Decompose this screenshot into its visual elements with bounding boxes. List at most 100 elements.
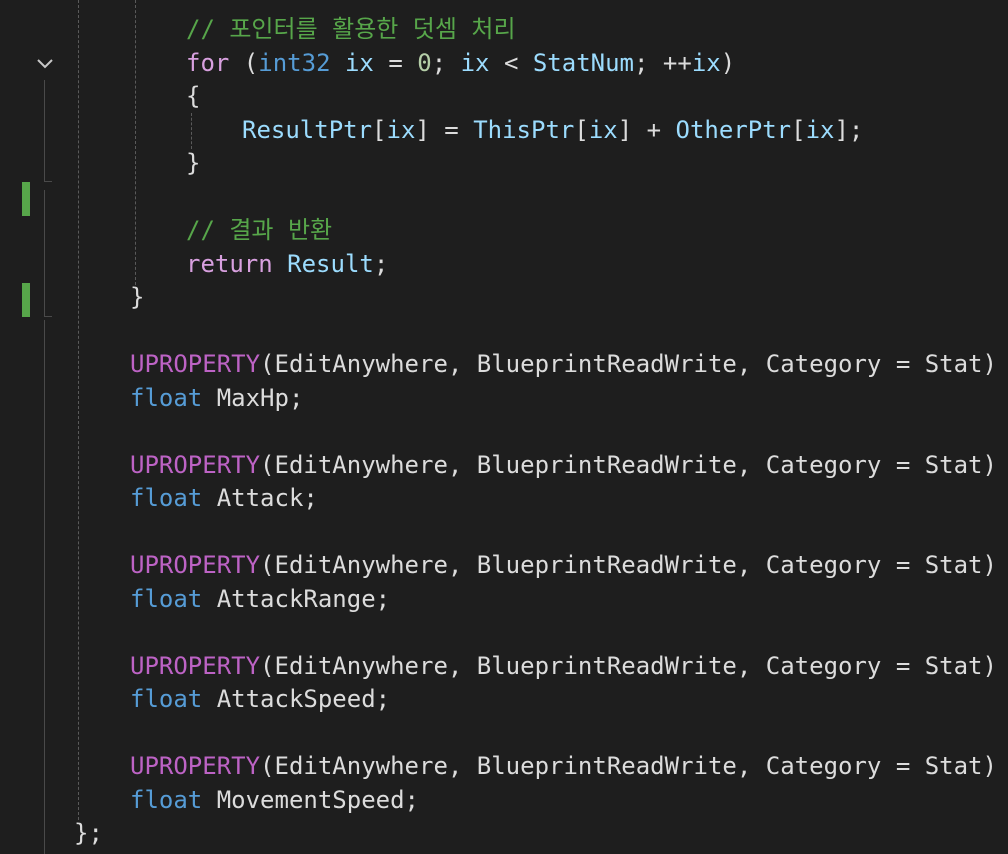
code-token: float [130, 585, 203, 613]
code-line[interactable] [0, 315, 1008, 348]
code-editor[interactable]: // 포인터를 활용한 덧셈 처리 for (int32 ix = 0; ix <… [0, 0, 1008, 854]
code-token: // 결과 반환 [186, 216, 333, 244]
code-token: ; [431, 49, 461, 77]
code-token: int32 [258, 49, 331, 77]
code-token: ix [460, 49, 490, 77]
code-line[interactable]: for (int32 ix = 0; ix < StatNum; ++ix) [0, 47, 1008, 80]
code-line-text: // 결과 반환 [186, 214, 332, 247]
code-token: ] + [617, 116, 676, 144]
code-token: (EditAnywhere, BlueprintReadWrite, Categ… [260, 551, 997, 579]
code-token: ]; [834, 116, 864, 144]
code-token: (EditAnywhere, BlueprintReadWrite, Categ… [260, 752, 997, 780]
code-token: return [186, 250, 273, 278]
code-token: StatNum [532, 49, 635, 77]
code-token: UPROPERTY [130, 652, 261, 680]
code-line-text: float MaxHp; [130, 382, 303, 415]
code-line[interactable]: float AttackSpeed; [0, 683, 1008, 716]
code-token: ix [805, 116, 835, 144]
code-line[interactable]: float Attack; [0, 482, 1008, 515]
code-token: UPROPERTY [130, 551, 261, 579]
code-line-text: UPROPERTY(EditAnywhere, BlueprintReadWri… [130, 549, 997, 582]
code-token: float [130, 384, 203, 412]
code-line[interactable]: return Result; [0, 248, 1008, 281]
code-token: ) [720, 49, 736, 77]
code-token: OtherPtr [675, 116, 792, 144]
code-token: ResultPtr [242, 116, 373, 144]
code-line[interactable]: } [0, 147, 1008, 180]
code-token: 0 [417, 49, 432, 77]
code-token: (EditAnywhere, BlueprintReadWrite, Categ… [260, 350, 997, 378]
code-token: ix [588, 116, 618, 144]
code-token: [ [372, 116, 387, 144]
code-line-text: { [186, 80, 200, 113]
code-token: Result [287, 250, 374, 278]
code-line-text: }; [74, 817, 103, 850]
code-token: ix [344, 49, 374, 77]
code-line-text: float AttackRange; [130, 583, 390, 616]
code-token: ix [386, 116, 416, 144]
code-token: }; [74, 819, 103, 847]
code-line[interactable]: } [0, 281, 1008, 314]
code-token: MaxHp; [202, 384, 304, 412]
code-token: [ [791, 116, 806, 144]
code-token: { [186, 82, 201, 110]
code-line-text: } [186, 147, 200, 180]
code-token: (EditAnywhere, BlueprintReadWrite, Categ… [260, 451, 997, 479]
code-line-text: float Attack; [130, 482, 318, 515]
code-line[interactable]: UPROPERTY(EditAnywhere, BlueprintReadWri… [0, 549, 1008, 582]
code-line-text: float AttackSpeed; [130, 683, 390, 716]
code-line[interactable] [0, 516, 1008, 549]
code-token: UPROPERTY [130, 350, 261, 378]
code-line[interactable] [0, 717, 1008, 750]
code-token: Attack; [202, 484, 318, 512]
code-token: ; ++ [634, 49, 692, 77]
code-token: = [373, 49, 418, 77]
code-line-text: UPROPERTY(EditAnywhere, BlueprintReadWri… [130, 750, 997, 783]
code-line[interactable] [0, 181, 1008, 214]
code-line[interactable]: UPROPERTY(EditAnywhere, BlueprintReadWri… [0, 650, 1008, 683]
code-line[interactable]: float AttackRange; [0, 583, 1008, 616]
code-token: // 포인터를 활용한 덧셈 처리 [186, 15, 516, 43]
code-token: ; [373, 250, 389, 278]
code-line-text: for (int32 ix = 0; ix < StatNum; ++ix) [186, 47, 735, 80]
code-token: ] = [415, 116, 474, 144]
code-line[interactable]: float MaxHp; [0, 382, 1008, 415]
code-line-text: // 포인터를 활용한 덧셈 처리 [186, 13, 516, 46]
code-line-text: float MovementSpeed; [130, 784, 419, 817]
code-line[interactable]: ResultPtr[ix] = ThisPtr[ix] + OtherPtr[i… [0, 114, 1008, 147]
code-token: AttackSpeed; [202, 685, 391, 713]
code-token: ThisPtr [473, 116, 575, 144]
code-line[interactable]: { [0, 80, 1008, 113]
code-token: float [130, 685, 203, 713]
code-token: [ [574, 116, 589, 144]
code-line[interactable]: }; [0, 817, 1008, 850]
code-token: UPROPERTY [130, 451, 261, 479]
code-line[interactable]: UPROPERTY(EditAnywhere, BlueprintReadWri… [0, 750, 1008, 783]
code-token: } [186, 149, 201, 177]
code-line-text: } [130, 281, 144, 314]
code-token: AttackRange; [202, 585, 391, 613]
code-token: } [130, 283, 145, 311]
code-line[interactable]: // 결과 반환 [0, 214, 1008, 247]
code-line-text: UPROPERTY(EditAnywhere, BlueprintReadWri… [130, 449, 997, 482]
code-token: float [130, 786, 203, 814]
code-token: < [489, 49, 533, 77]
code-token: UPROPERTY [130, 752, 261, 780]
code-token: MovementSpeed; [202, 786, 419, 814]
code-line[interactable]: UPROPERTY(EditAnywhere, BlueprintReadWri… [0, 348, 1008, 381]
code-token: ( [229, 49, 259, 77]
code-line[interactable]: float MovementSpeed; [0, 784, 1008, 817]
code-line[interactable]: UPROPERTY(EditAnywhere, BlueprintReadWri… [0, 449, 1008, 482]
code-line-text: ResultPtr[ix] = ThisPtr[ix] + OtherPtr[i… [242, 114, 863, 147]
code-line[interactable] [0, 616, 1008, 649]
code-line-text: UPROPERTY(EditAnywhere, BlueprintReadWri… [130, 348, 997, 381]
code-token: for [186, 49, 230, 77]
code-line-text: UPROPERTY(EditAnywhere, BlueprintReadWri… [130, 650, 997, 683]
code-token: (EditAnywhere, BlueprintReadWrite, Categ… [260, 652, 997, 680]
code-token: ix [691, 49, 721, 77]
code-line-text: return Result; [186, 248, 388, 281]
code-line[interactable] [0, 415, 1008, 448]
code-line[interactable]: // 포인터를 활용한 덧셈 처리 [0, 13, 1008, 46]
